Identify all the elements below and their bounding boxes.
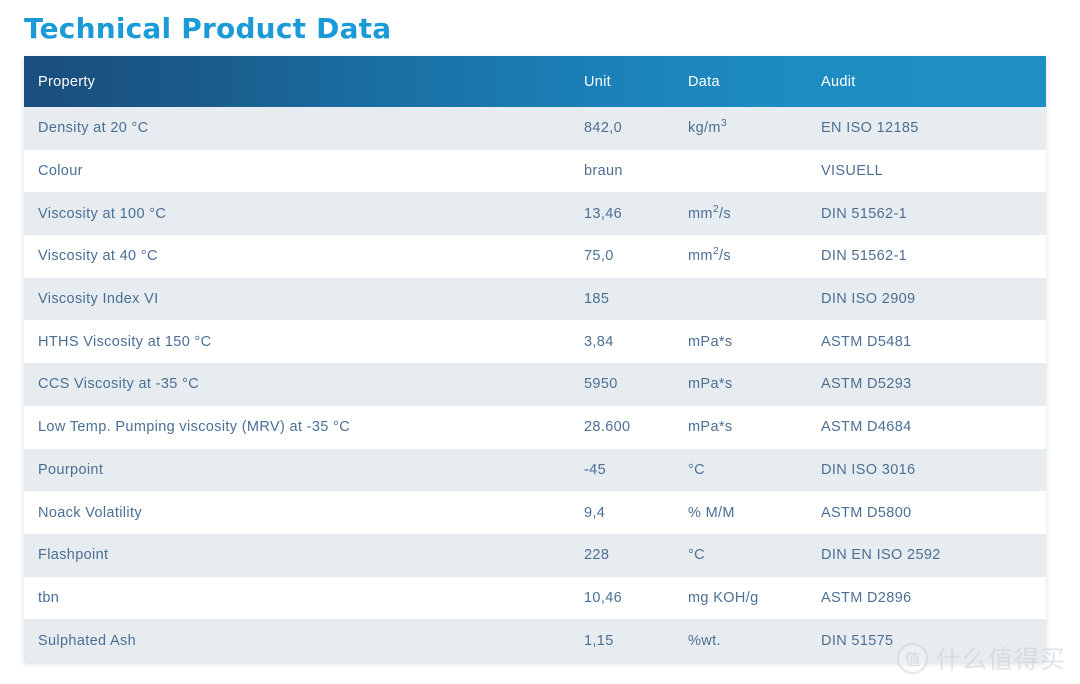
table-row: Viscosity at 100 °C 13,46 mm2/s DIN 51562-1 — [24, 192, 1046, 236]
cell-audit: DIN EN ISO 2592 — [821, 547, 941, 564]
cell-unit: % M/M — [688, 504, 735, 521]
cell-property: Pourpoint — [38, 461, 104, 478]
table-row: tbn 10,46 mg KOH/g ASTM D2896 — [24, 576, 1046, 620]
cell-audit: DIN ISO 2909 — [821, 291, 916, 308]
technical-product-data-table-container: Property Unit Data Audit Density at 20 °… — [24, 56, 1046, 662]
table-row: Density at 20 °C 842,0 kg/m3 EN ISO 12185 — [24, 107, 1046, 150]
cell-unit: °C — [688, 461, 705, 478]
table-row: Sulphated Ash 1,15 %wt. DIN 51575 — [24, 619, 1046, 662]
cell-value: 9,4 — [584, 504, 606, 521]
cell-value: 75,0 — [584, 248, 614, 265]
cell-value: 1,15 — [584, 632, 614, 649]
table-row: CCS Viscosity at -35 °C 5950 mPa*s ASTM D52… — [24, 363, 1046, 406]
cell-property: HTHS Viscosity at 150 °C — [38, 333, 212, 350]
cell-property: Noack Volatility — [38, 504, 142, 521]
table-row: HTHS Viscosity at 150 °C 3,84 mPa*s ASTM D5… — [24, 320, 1046, 364]
cell-property: Density at 20 °C — [38, 120, 149, 137]
cell-unit — [684, 278, 819, 321]
cell-audit: ASTM D2896 — [821, 589, 912, 606]
cell-unit — [684, 150, 819, 193]
cell-unit: mPa*s — [688, 376, 733, 393]
cell-unit: °C — [688, 547, 705, 564]
column-header-audit[interactable]: Audit — [819, 56, 1046, 107]
cell-value: 3,84 — [584, 333, 614, 350]
cell-audit: DIN 51562-1 — [821, 205, 908, 222]
cell-audit: ASTM D4684 — [821, 419, 912, 436]
cell-value: 842,0 — [584, 120, 623, 137]
cell-unit: kg/m3 — [688, 118, 727, 137]
cell-unit: mPa*s — [688, 333, 733, 350]
cell-unit: mPa*s — [688, 419, 733, 436]
cell-value: 10,46 — [584, 589, 623, 606]
cell-value: 185 — [584, 291, 610, 308]
cell-value: 5950 — [584, 376, 618, 393]
cell-property: Flashpoint — [38, 547, 109, 564]
cell-unit: mg KOH/g — [688, 589, 759, 606]
technical-product-data-table: Property Unit Data Audit Density at 20 °… — [24, 56, 1046, 662]
cell-unit: mm2/s — [688, 246, 731, 265]
table-row: Viscosity Index VI 185 DIN ISO 2909 — [24, 277, 1046, 321]
table-row: Viscosity at 40 °C 75,0 mm2/s DIN 51562-1 — [24, 235, 1046, 278]
cell-property: Low Temp. Pumping viscosity (MRV) at -35… — [38, 419, 351, 436]
page-title: Technical Product Data — [24, 12, 392, 45]
cell-audit: ASTM D5293 — [821, 376, 912, 393]
column-header-property[interactable]: Property — [24, 56, 580, 107]
column-header-unit[interactable]: Unit — [580, 56, 684, 107]
cell-audit: DIN 51575 — [821, 632, 894, 649]
cell-value: 228 — [584, 547, 610, 564]
cell-value: braun — [584, 163, 623, 180]
cell-audit: ASTM D5800 — [821, 504, 912, 521]
column-header-data[interactable]: Data — [684, 56, 819, 107]
cell-audit: ASTM D5481 — [821, 333, 912, 350]
cell-property: Viscosity at 40 °C — [38, 248, 158, 265]
table-row: Flashpoint 228 °C DIN EN ISO 2592 — [24, 533, 1046, 577]
cell-audit: DIN 51562-1 — [821, 248, 908, 265]
table-row: Low Temp. Pumping viscosity (MRV) at -35… — [24, 405, 1046, 449]
cell-unit: mm2/s — [688, 203, 731, 222]
cell-value: 28.600 — [584, 419, 631, 436]
table-row: Pourpoint -45 °C DIN ISO 3016 — [24, 448, 1046, 492]
cell-unit: %wt. — [688, 632, 721, 649]
cell-property: Viscosity at 100 °C — [38, 205, 167, 222]
cell-property: Viscosity Index VI — [38, 291, 159, 308]
cell-value: 13,46 — [584, 205, 623, 222]
table-header: Property Unit Data Audit — [24, 56, 1046, 107]
cell-value: -45 — [584, 461, 607, 478]
table-header-row: Property Unit Data Audit — [24, 56, 1046, 107]
table-body: Density at 20 °C 842,0 kg/m3 EN ISO 12185 Co… — [24, 107, 1046, 662]
cell-audit: DIN ISO 3016 — [821, 461, 916, 478]
cell-audit: EN ISO 12185 — [821, 120, 919, 137]
cell-property: tbn — [38, 589, 60, 606]
cell-property: CCS Viscosity at -35 °C — [38, 376, 200, 393]
table-row: Colour braun VISUELL — [24, 149, 1046, 193]
table-row: Noack Volatility 9,4 % M/M ASTM D5800 — [24, 491, 1046, 534]
page-root: Technical Product Data Property Unit Dat… — [0, 0, 1080, 684]
cell-audit: VISUELL — [821, 163, 884, 180]
cell-property: Sulphated Ash — [38, 632, 137, 649]
cell-property: Colour — [38, 163, 83, 180]
